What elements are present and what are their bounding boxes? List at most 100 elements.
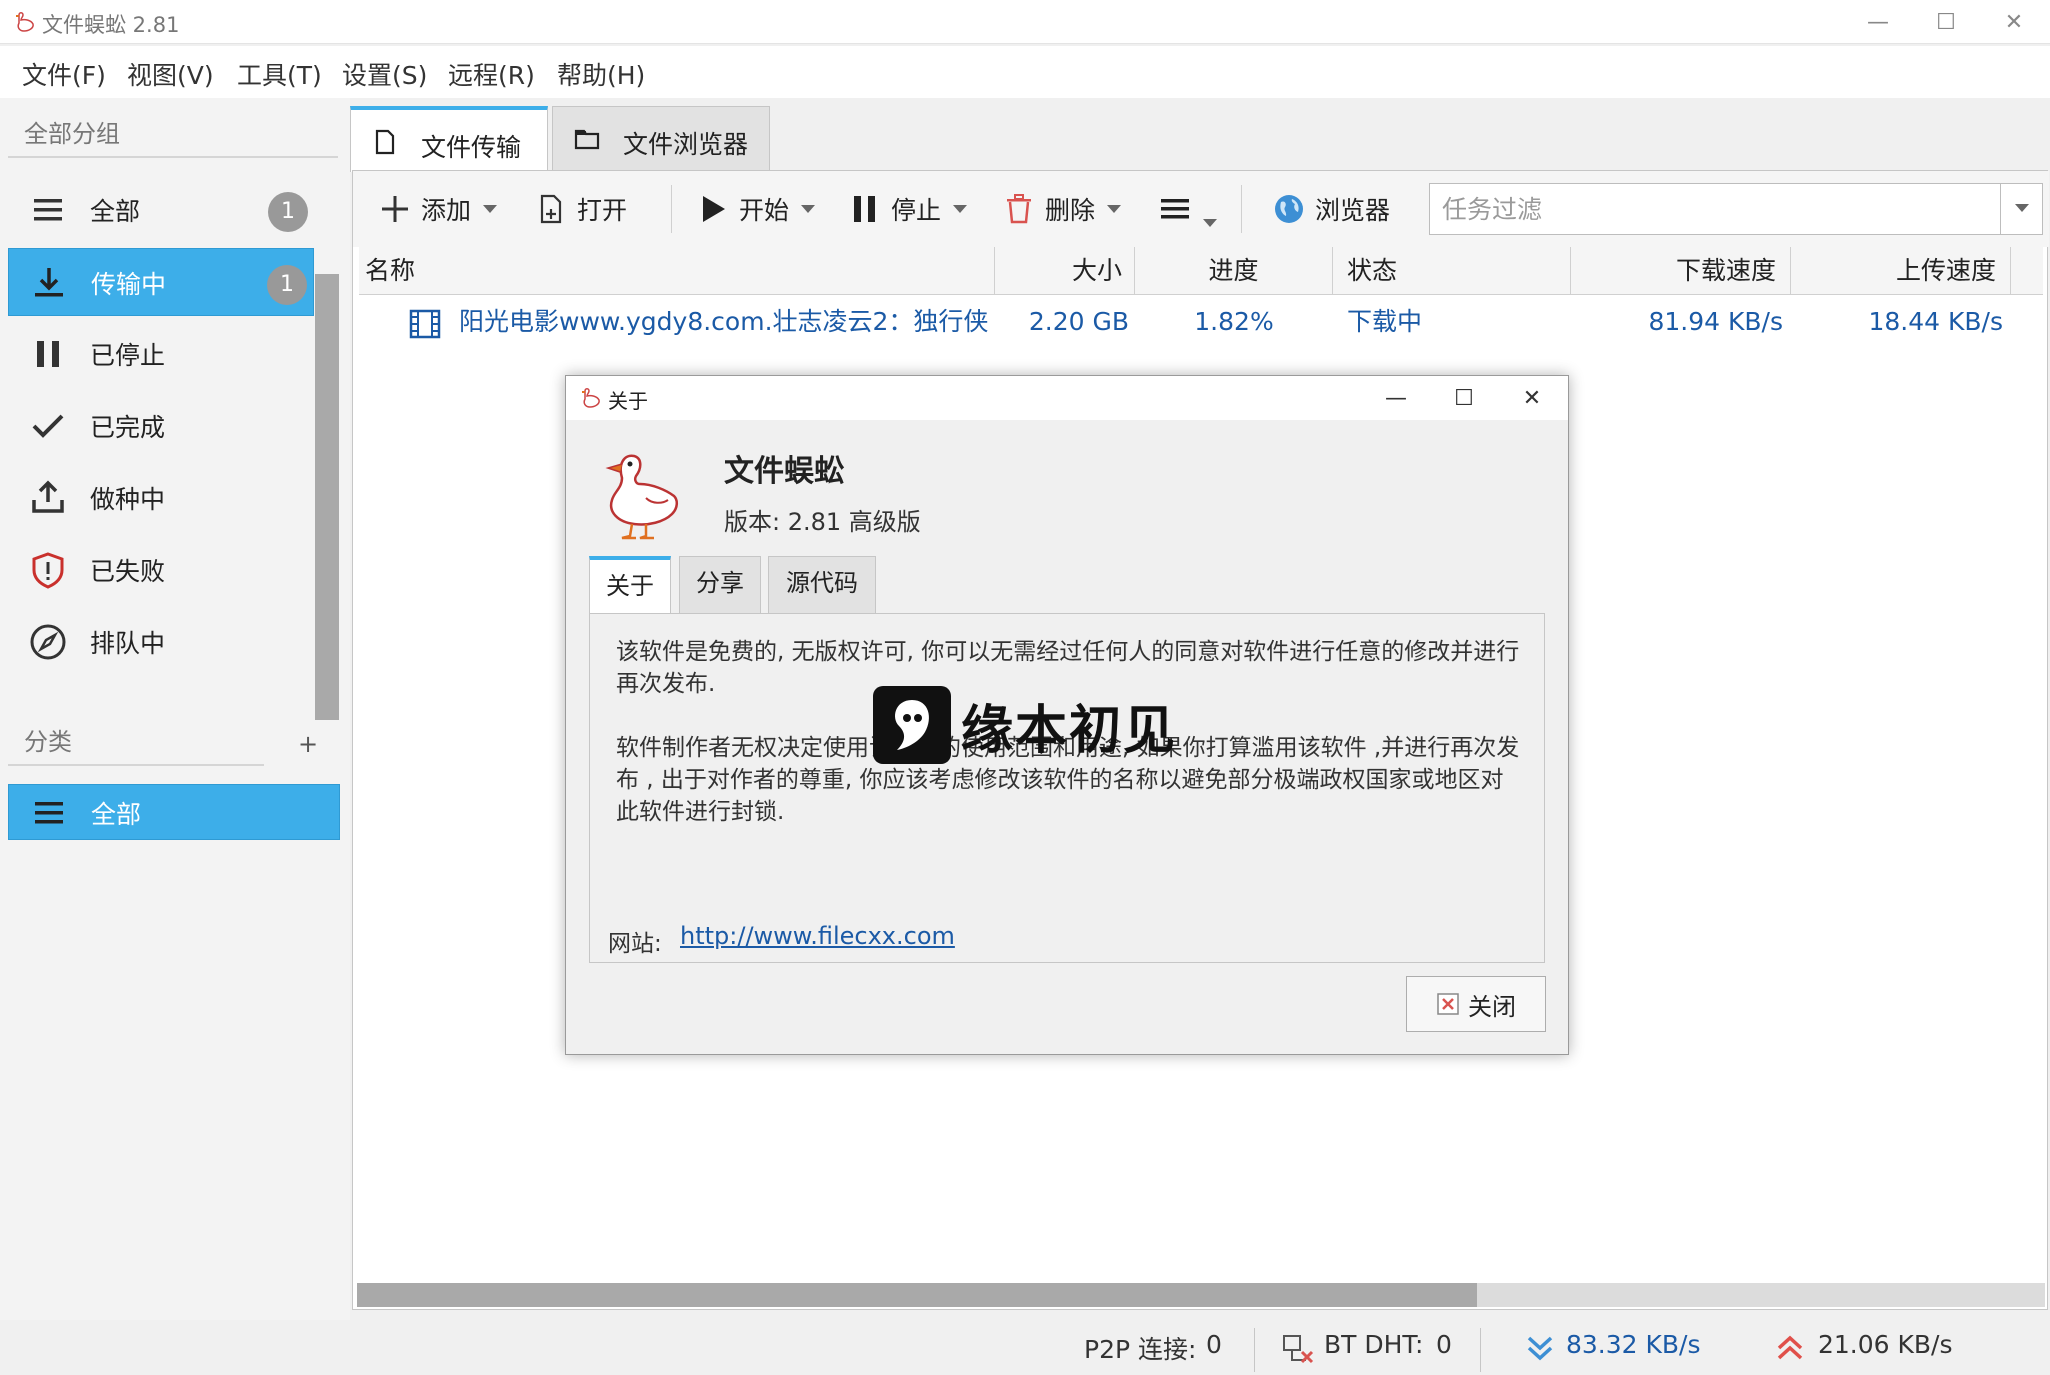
- browser-label: 浏览器: [1315, 196, 1391, 225]
- scrollbar-thumb[interactable]: [357, 1283, 1477, 1307]
- sidebar-item-stopped[interactable]: 已停止: [8, 320, 314, 388]
- watermark: 缘本初见: [873, 686, 1177, 764]
- compass-icon: [30, 624, 66, 660]
- task-filter-input[interactable]: [1430, 184, 1996, 234]
- count-badge: 1: [267, 265, 307, 305]
- stop-button[interactable]: 停止: [849, 189, 968, 229]
- toolbar: 添加 打开 开始 停止 删除 浏览器: [353, 171, 2049, 247]
- stop-label: 停止: [891, 196, 942, 225]
- add-category-button[interactable]: +: [298, 730, 318, 758]
- about-content: 该软件是免费的, 无版权许可, 你可以无需经过任何人的同意对软件进行任意的修改并…: [589, 613, 1545, 963]
- play-icon: [703, 196, 725, 222]
- table-header: 名称 大小 进度 状态 下载速度 上传速度: [359, 247, 2043, 295]
- tab-file-transfer[interactable]: 文件传输: [350, 106, 548, 172]
- category-item-label: 全部: [91, 800, 142, 829]
- sidebar-item-label: 已失败: [90, 557, 166, 586]
- dialog-minimize-button[interactable]: —: [1362, 376, 1430, 420]
- pause-icon: [854, 196, 875, 222]
- menu-settings[interactable]: 设置(S): [342, 56, 427, 92]
- dialog-tab-source[interactable]: 源代码: [768, 556, 876, 614]
- delete-button[interactable]: 删除: [1003, 189, 1122, 229]
- maximize-button[interactable]: ☐: [1912, 0, 1980, 44]
- chevron-down-icon[interactable]: [483, 205, 498, 213]
- pause-icon: [37, 341, 59, 367]
- menu-view[interactable]: 视图(V): [127, 56, 214, 92]
- divider: [8, 156, 338, 158]
- start-button[interactable]: 开始: [697, 189, 816, 229]
- column-download-speed[interactable]: 下载速度: [1571, 247, 1791, 295]
- toolbar-separator: [1241, 185, 1242, 233]
- task-filter[interactable]: [1429, 183, 2043, 235]
- start-label: 开始: [739, 196, 790, 225]
- divider: [8, 764, 264, 766]
- website-link[interactable]: http://www.filecxx.com: [680, 922, 955, 950]
- sidebar-item-label: 排队中: [90, 629, 166, 658]
- menu-file[interactable]: 文件(F): [22, 56, 106, 92]
- sidebar-item-queued[interactable]: 排队中: [8, 608, 314, 676]
- p2p-label: P2P 连接:: [1084, 1335, 1197, 1364]
- open-button[interactable]: 打开: [535, 189, 627, 229]
- chevron-down-icon[interactable]: [1107, 205, 1122, 213]
- tab-file-browser[interactable]: 文件浏览器: [552, 106, 770, 170]
- dialog-maximize-button[interactable]: ☐: [1430, 376, 1498, 420]
- download-speed: 83.32 KB/s: [1566, 1330, 1701, 1359]
- duck-app-icon: [582, 388, 600, 408]
- sidebar-item-seeding[interactable]: 做种中: [8, 464, 314, 532]
- add-label: 添加: [421, 196, 472, 225]
- version-text: 版本: 2.81 高级版: [724, 508, 921, 536]
- chevron-down-icon[interactable]: [953, 205, 968, 213]
- menu-remote[interactable]: 远程(R): [448, 56, 535, 92]
- sidebar-item-transferring[interactable]: 传输中 1: [8, 248, 314, 316]
- status-separator: [1480, 1328, 1481, 1372]
- table-row[interactable]: 阳光电影www.ygdy8.com.壮志凌云2：独行侠.... 2.20 GB …: [359, 297, 2043, 347]
- chevron-down-icon[interactable]: [1203, 219, 1217, 227]
- folder-icon: [574, 129, 600, 150]
- dialog-tab-share[interactable]: 分享: [679, 556, 761, 614]
- sidebar-item-label: 传输中: [91, 270, 167, 299]
- horizontal-scrollbar[interactable]: [357, 1283, 2045, 1307]
- window-title: 文件蜈蚣 2.81: [42, 13, 180, 37]
- more-menu-button[interactable]: [1159, 189, 1217, 229]
- column-upload-speed[interactable]: 上传速度: [1791, 247, 2011, 295]
- row-progress: 1.82%: [1194, 307, 1274, 336]
- tab-label: 文件传输: [421, 133, 522, 162]
- column-size[interactable]: 大小: [995, 247, 1135, 295]
- column-progress[interactable]: 进度: [1135, 247, 1333, 295]
- category-item-all[interactable]: 全部: [8, 784, 340, 840]
- browser-button[interactable]: 浏览器: [1273, 189, 1390, 229]
- close-window-button[interactable]: ✕: [1980, 0, 2048, 44]
- watermark-text: 缘本初见: [961, 699, 1178, 761]
- dialog-tab-about[interactable]: 关于: [589, 556, 671, 616]
- sidebar-scrollbar[interactable]: [315, 274, 339, 720]
- upload-speed-icon: [1777, 1335, 1803, 1360]
- hamburger-icon: [1161, 199, 1189, 219]
- toolbar-separator: [671, 185, 672, 233]
- filter-dropdown-button[interactable]: [2000, 184, 2042, 234]
- minimize-button[interactable]: —: [1844, 0, 1912, 44]
- group-header: 全部分组: [24, 120, 120, 148]
- p2p-value: 0: [1206, 1330, 1222, 1359]
- column-status[interactable]: 状态: [1333, 247, 1571, 295]
- sidebar-item-label: 已完成: [90, 413, 166, 442]
- sidebar-item-all[interactable]: 全部 1: [8, 176, 314, 244]
- status-bar: P2P 连接: 0 BT DHT: 0 83.32 KB/s 21.06 KB/…: [0, 1320, 2050, 1375]
- sidebar-item-failed[interactable]: 已失败: [8, 536, 314, 604]
- chevron-down-icon[interactable]: [801, 205, 816, 213]
- add-button[interactable]: 添加: [379, 189, 498, 229]
- sidebar-item-completed[interactable]: 已完成: [8, 392, 314, 460]
- dialog-close-button[interactable]: 关闭: [1406, 976, 1546, 1032]
- network-error-icon: [1283, 1335, 1314, 1364]
- dialog-close-x-button[interactable]: ✕: [1498, 376, 1566, 420]
- close-button-label: 关闭: [1468, 992, 1516, 1021]
- hamburger-icon: [34, 199, 62, 221]
- dialog-title-bar: 关于 — ☐ ✕: [566, 376, 1568, 420]
- sidebar-item-label: 已停止: [90, 341, 166, 370]
- column-name[interactable]: 名称: [359, 247, 995, 295]
- close-icon: [1437, 993, 1459, 1015]
- download-speed-icon: [1527, 1336, 1553, 1361]
- menu-help[interactable]: 帮助(H): [557, 56, 645, 92]
- sidebar-item-label: 全部: [90, 197, 141, 226]
- row-status: 下载中: [1347, 307, 1423, 336]
- globe-icon: [1275, 195, 1303, 223]
- menu-tools[interactable]: 工具(T): [237, 56, 322, 92]
